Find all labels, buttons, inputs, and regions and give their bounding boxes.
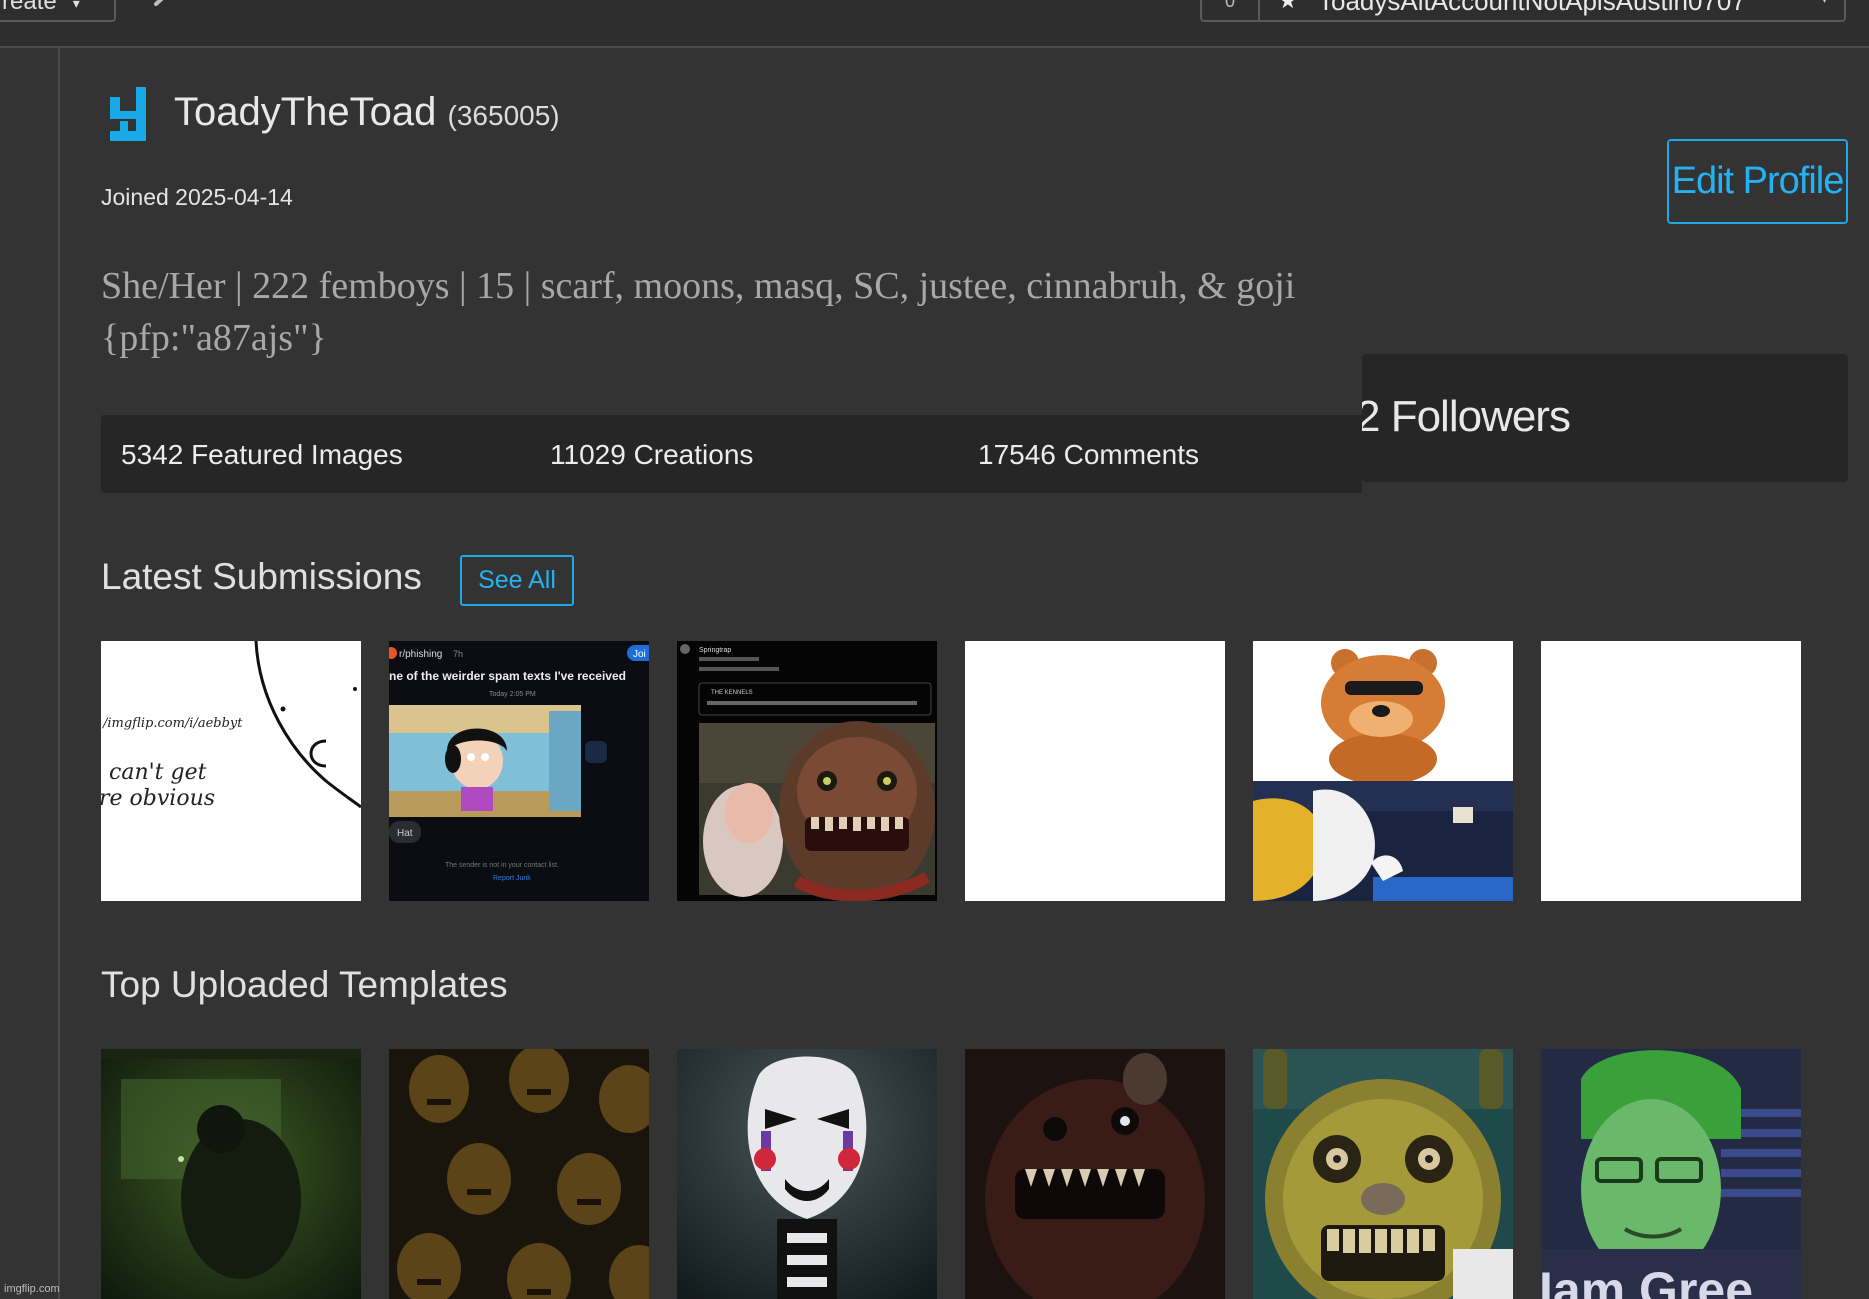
- template-thumbnail[interactable]: [101, 1049, 361, 1299]
- template-thumbnail[interactable]: [965, 1049, 1225, 1299]
- left-rail: [0, 48, 60, 1299]
- comments-stat[interactable]: 17546 Comments: [978, 439, 1199, 471]
- template-thumbnail[interactable]: [677, 1049, 937, 1299]
- top-templates-title: Top Uploaded Templates: [101, 964, 508, 1005]
- sender-notice: The sender is not in your contact list.: [445, 862, 559, 869]
- creations-stat[interactable]: 11029 Creations: [550, 439, 753, 471]
- featured-images-stat[interactable]: 5342 Featured Images: [121, 439, 403, 471]
- submission-thumbnail[interactable]: Springtrap THE KENNELS: [677, 641, 937, 901]
- star-icon: ★: [1278, 0, 1298, 13]
- account-name: ToadysAltAccountNotApisAustin0707: [1318, 0, 1746, 16]
- joined-date: Joined 2025-04-14: [101, 184, 293, 210]
- followers-count: 2 Followers: [1362, 392, 1571, 441]
- meme-url-text: /imgflip.com/i/aebbyt: [101, 716, 243, 731]
- meme-caption-text: re obvious: [101, 786, 215, 811]
- top-bar: reate ▾ 0 ★ ToadysAltAccountNotApisAustin…: [0, 0, 1869, 48]
- bio-line: {pfp:"a87ajs"}: [101, 317, 327, 359]
- profile-bio: She/Her | 222 femboys | 15 | scarf, moon…: [101, 260, 1381, 364]
- message-tag: Hat: [397, 828, 413, 839]
- tweet-user: Springtrap: [699, 647, 731, 654]
- post-title: ne of the weirder spam texts I've receiv…: [389, 669, 626, 683]
- template-overlay-text: Iam Gree: [1541, 1262, 1753, 1299]
- username-text: ToadyTheToad: [174, 90, 437, 134]
- submission-thumbnail[interactable]: [1541, 641, 1801, 901]
- account-dropdown[interactable]: 0 ★ ToadysAltAccountNotApisAustin0707 ▾: [1200, 0, 1846, 22]
- report-junk-link: Report Junk: [493, 875, 531, 882]
- see-all-button[interactable]: See All: [460, 555, 574, 606]
- template-thumbnail[interactable]: [1253, 1049, 1513, 1299]
- submission-thumbnail[interactable]: [965, 641, 1225, 901]
- submission-thumbnail[interactable]: /imgflip.com/i/aebbyt can't get re obvio…: [101, 641, 361, 901]
- followers-panel[interactable]: 2 Followers: [1362, 354, 1848, 482]
- template-thumbnail[interactable]: Iam Gree: [1541, 1049, 1801, 1299]
- user-id: (365005): [447, 100, 560, 131]
- submission-thumbnail[interactable]: r/phishing 7h Joi ne of the weirder spam…: [389, 641, 649, 901]
- submission-thumbnail[interactable]: [1253, 641, 1513, 901]
- post-user: r/phishing: [399, 649, 442, 660]
- join-button-text: Joi: [633, 649, 646, 660]
- tweet-quote-user: THE KENNELS: [711, 690, 753, 696]
- create-label: reate: [2, 0, 57, 15]
- profile-username: ToadyTheToad (365005): [174, 90, 560, 135]
- template-thumbnail[interactable]: [389, 1049, 649, 1299]
- chevron-down-icon: ▾: [72, 0, 80, 11]
- bio-line: She/Her | 222 femboys | 15 | scarf, moon…: [101, 265, 1296, 307]
- stats-bar: 5342 Featured Images 11029 Creations 175…: [101, 415, 1362, 493]
- avatar: [110, 87, 146, 141]
- message-date: Today 2:05 PM: [489, 691, 536, 698]
- notification-count[interactable]: 0: [1202, 0, 1260, 20]
- post-time: 7h: [453, 649, 463, 659]
- create-dropdown-button[interactable]: reate ▾: [0, 0, 116, 22]
- latest-submissions-title: Latest Submissions: [101, 556, 422, 597]
- chevron-down-icon: ▾: [1821, 0, 1828, 7]
- meme-caption-text: can't get: [109, 760, 207, 785]
- imgflip-watermark: imgflip.com: [4, 1283, 60, 1295]
- search-icon[interactable]: [148, 0, 188, 16]
- edit-profile-button[interactable]: Edit Profile: [1667, 139, 1848, 224]
